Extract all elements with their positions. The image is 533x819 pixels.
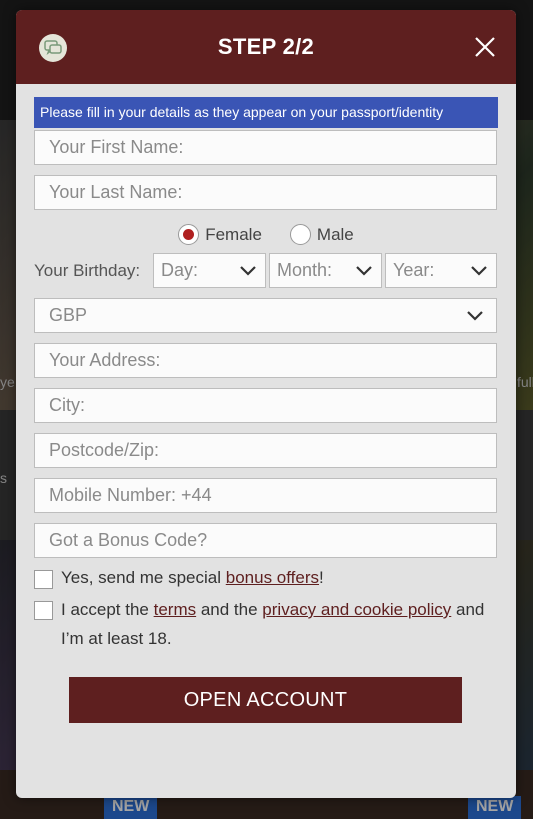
open-account-button[interactable]: OPEN ACCOUNT: [69, 677, 462, 723]
female-label: Female: [205, 224, 262, 244]
male-radio[interactable]: [289, 224, 311, 245]
currency-select[interactable]: GBP: [34, 298, 497, 333]
bonus-code-field[interactable]: Got a Bonus Code?: [34, 523, 497, 558]
chevron-down-icon: [356, 265, 372, 276]
address-field[interactable]: Your Address:: [34, 343, 497, 378]
mobile-field[interactable]: Mobile Number: +44: [34, 478, 497, 513]
chat-icon[interactable]: [39, 34, 67, 62]
modal-title: STEP 2/2: [217, 34, 315, 59]
birth-month-value: Month:: [277, 260, 333, 280]
birthday-label: Your Birthday:: [34, 260, 141, 280]
registration-modal: STEP 2/2 Please fill in your details as …: [16, 10, 516, 798]
modal-header: STEP 2/2: [16, 10, 516, 84]
terms-row: I accept the terms and the privacy and c…: [34, 599, 498, 653]
bonus-offers-checkbox[interactable]: [34, 570, 53, 589]
close-icon[interactable]: [474, 36, 496, 58]
terms-checkbox[interactable]: [34, 601, 53, 620]
male-label: Male: [316, 224, 354, 244]
chevron-down-icon: [467, 310, 483, 321]
birth-year-value: Year:: [393, 260, 435, 280]
birth-year-select[interactable]: Year:: [385, 253, 497, 288]
bonus-offers-text: Yes, send me special bonus offers!: [61, 568, 324, 587]
registration-form: Please fill in your details as they appe…: [16, 84, 516, 723]
gender-selector: Female Male: [34, 224, 498, 245]
last-name-field[interactable]: Your Last Name:: [34, 175, 497, 210]
currency-value: GBP: [49, 305, 88, 325]
bonus-offers-link[interactable]: bonus offers: [226, 568, 319, 587]
bonus-offers-row: Yes, send me special bonus offers!: [34, 568, 498, 589]
first-name-field[interactable]: Your First Name:: [34, 130, 497, 165]
gender-male-option[interactable]: Male: [289, 224, 354, 245]
birth-month-select[interactable]: Month:: [269, 253, 382, 288]
birthday-row: Your Birthday: Day: Month: Year:: [34, 253, 498, 288]
city-field[interactable]: City:: [34, 388, 497, 423]
birth-day-select[interactable]: Day:: [153, 253, 266, 288]
passport-notice: Please fill in your details as they appe…: [34, 97, 498, 128]
privacy-policy-link[interactable]: privacy and cookie policy: [262, 600, 451, 619]
chevron-down-icon: [471, 265, 487, 276]
chevron-down-icon: [240, 265, 256, 276]
birth-day-value: Day:: [161, 260, 199, 280]
female-radio[interactable]: [178, 224, 200, 245]
terms-text: I accept the terms and the privacy and c…: [61, 600, 485, 648]
terms-link[interactable]: terms: [154, 600, 197, 619]
postcode-field[interactable]: Postcode/Zip:: [34, 433, 497, 468]
gender-female-option[interactable]: Female: [178, 224, 262, 245]
